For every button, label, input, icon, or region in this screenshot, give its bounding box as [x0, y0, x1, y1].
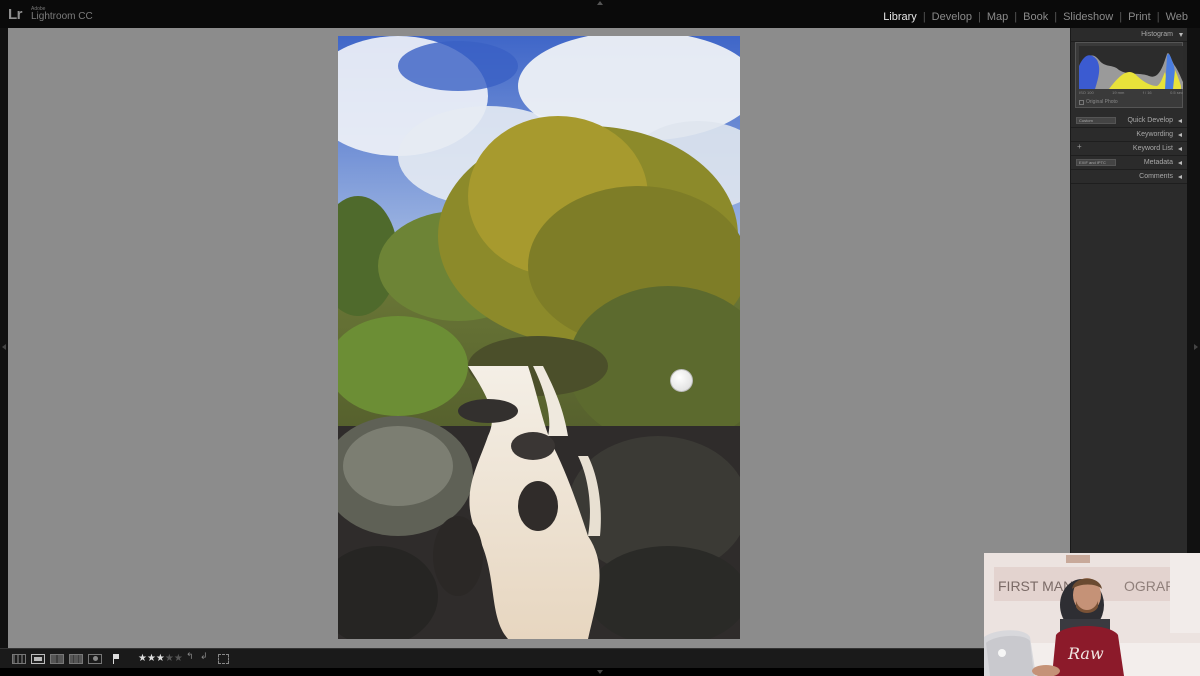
histogram-graph — [1079, 46, 1183, 89]
original-photo-label: Original Photo — [1086, 99, 1118, 105]
keywording-title: Keywording — [1136, 131, 1173, 138]
grid-view-icon[interactable] — [12, 654, 26, 664]
presenter-video: FIRST MAN OGRAPHY Raw — [984, 553, 1200, 676]
keyword-list-header[interactable]: + Keyword List — [1071, 142, 1187, 156]
module-slideshow[interactable]: Slideshow — [1057, 11, 1119, 23]
comments-title: Comments — [1139, 173, 1173, 180]
histogram-header[interactable]: Histogram — [1071, 28, 1187, 42]
shirt-text: Raw — [1067, 644, 1104, 663]
module-develop[interactable]: Develop — [926, 11, 978, 23]
histogram-shutter: 0.5 sec — [1170, 90, 1183, 95]
module-library[interactable]: Library — [877, 11, 923, 23]
webcam-overlay: FIRST MAN OGRAPHY Raw — [984, 553, 1200, 676]
survey-view-icon[interactable] — [69, 654, 83, 664]
quick-develop-preset-select[interactable]: Custom — [1076, 117, 1116, 124]
metadata-title: Metadata — [1143, 159, 1173, 166]
rotate-left-icon[interactable]: ↰ — [186, 652, 195, 662]
loupe-view[interactable] — [8, 28, 1070, 648]
compare-view-icon[interactable] — [50, 654, 64, 664]
collapse-triangle-icon[interactable] — [1179, 33, 1183, 37]
histogram-iso: ISO 100 — [1079, 90, 1094, 95]
keyword-list-title: Keyword List — [1132, 145, 1173, 152]
expand-triangle-icon[interactable] — [1178, 147, 1182, 151]
waterfall-photo — [338, 36, 740, 639]
left-panel-toggle-icon[interactable] — [2, 344, 6, 350]
quick-develop-header[interactable]: Custom Quick Develop — [1071, 114, 1187, 128]
expand-triangle-icon[interactable] — [1178, 175, 1182, 179]
left-panel-collapsed[interactable] — [0, 28, 8, 648]
expand-triangle-icon[interactable] — [1178, 119, 1182, 123]
metadata-header[interactable]: EXIF and IPTC Metadata — [1071, 156, 1187, 170]
cursor-indicator — [670, 369, 693, 392]
star-rating-empty[interactable]: ★★ — [165, 653, 183, 664]
original-photo-toggle[interactable]: Original Photo — [1079, 99, 1118, 105]
lightroom-logo: Lr — [8, 6, 23, 23]
module-map[interactable]: Map — [981, 11, 1014, 23]
quick-develop-title: Quick Develop — [1127, 117, 1173, 124]
expand-triangle-icon[interactable] — [1178, 133, 1182, 137]
right-panel-toggle-icon[interactable] — [1194, 344, 1198, 350]
crop-icon[interactable] — [218, 654, 229, 664]
filmstrip-toggle-icon[interactable] — [597, 670, 603, 674]
wall-sign-left: FIRST MAN — [998, 578, 1073, 594]
histogram-info: ISO 100 19 mm f / 16 0.5 sec — [1079, 90, 1183, 95]
module-web[interactable]: Web — [1160, 11, 1194, 23]
photo-preview[interactable] — [338, 36, 740, 639]
keywording-header[interactable]: Keywording — [1071, 128, 1187, 142]
people-view-icon[interactable] — [88, 654, 102, 664]
histogram-aperture: f / 16 — [1142, 90, 1152, 95]
histogram: ISO 100 19 mm f / 16 0.5 sec Original Ph… — [1075, 42, 1183, 108]
module-picker: Library | Develop | Map | Book | Slidesh… — [877, 11, 1194, 23]
star-rating[interactable]: ★★★★★ — [138, 653, 183, 664]
histogram-focal: 19 mm — [1112, 90, 1125, 95]
star-rating-filled[interactable]: ★★★ — [138, 653, 165, 664]
metadata-preset-select[interactable]: EXIF and IPTC — [1076, 159, 1116, 166]
histogram-title: Histogram — [1141, 31, 1173, 38]
app-name: Lightroom CC — [31, 11, 93, 22]
pick-flag-icon[interactable] — [113, 654, 120, 664]
loupe-view-icon[interactable] — [31, 654, 45, 664]
module-book[interactable]: Book — [1017, 11, 1054, 23]
add-keyword-icon[interactable]: + — [1077, 142, 1082, 151]
original-photo-checkbox[interactable] — [1079, 99, 1084, 105]
rotate-right-icon[interactable]: ↲ — [200, 652, 209, 662]
identity-bar: Lr Adobe Lightroom CC Library | Develop … — [0, 0, 1200, 28]
expand-triangle-icon[interactable] — [1178, 161, 1182, 165]
comments-header[interactable]: Comments — [1071, 170, 1187, 184]
top-panel-toggle-icon[interactable] — [597, 1, 603, 5]
module-print[interactable]: Print — [1122, 11, 1157, 23]
